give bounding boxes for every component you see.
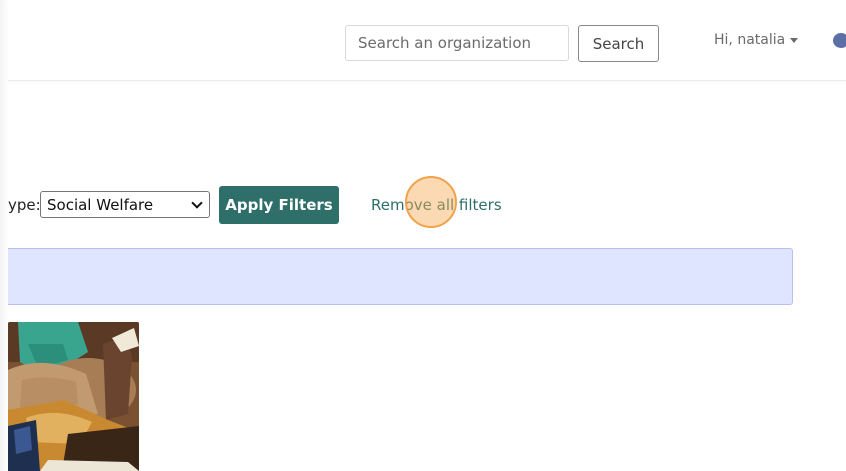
caret-down-icon [790,38,799,43]
type-filter-select[interactable]: Social Welfare [40,191,210,218]
user-menu[interactable]: Hi, natalia [714,32,799,48]
chat-bubble-icon[interactable] [833,33,846,48]
left-edge-shadow [0,0,8,471]
page: Search Hi, natalia ype: Social Welfare A… [0,0,846,471]
chevron-down-icon [191,196,203,209]
selected-type-value: Social Welfare [47,195,154,214]
apply-filters-button[interactable]: Apply Filters [219,186,339,224]
organization-image[interactable] [8,322,139,471]
click-indicator [405,176,457,228]
type-filter-label: ype: [8,196,41,214]
info-alert [8,248,793,305]
user-greeting: Hi, natalia [714,32,786,48]
organization-photo [8,322,139,471]
organization-search-input[interactable] [345,25,569,61]
search-button[interactable]: Search [578,25,659,62]
